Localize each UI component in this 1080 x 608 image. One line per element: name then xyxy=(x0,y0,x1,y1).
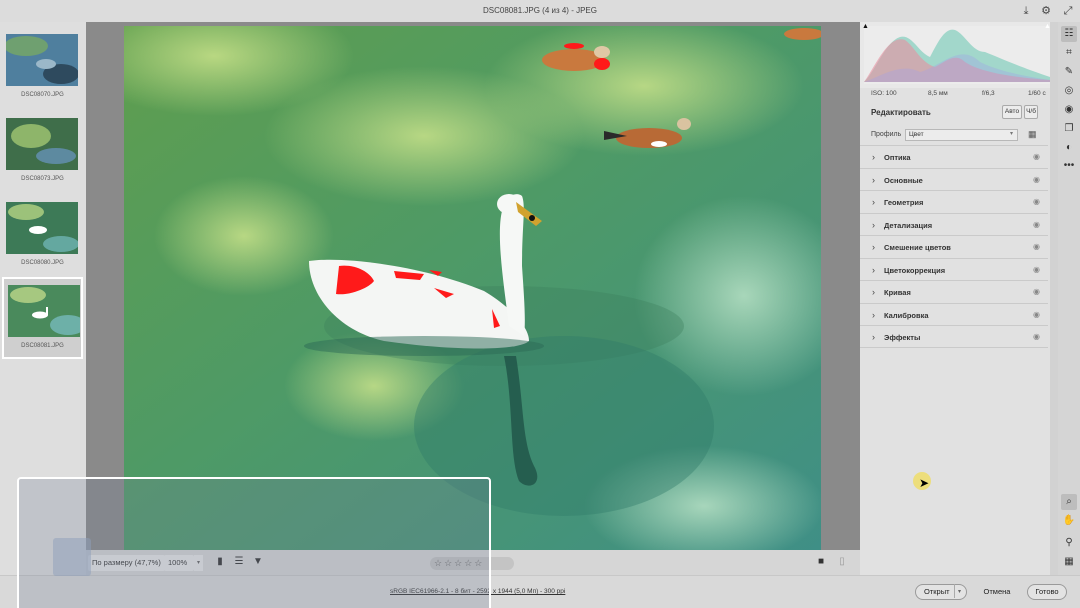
filmstrip-thumbnail[interactable]: DSC08070.JPG xyxy=(2,28,83,110)
snapshots-icon[interactable]: ❐ xyxy=(1061,121,1077,137)
cancel-button[interactable]: Отмена xyxy=(974,584,1020,600)
thumbnail-filename: DSC08080.JPG xyxy=(21,260,64,266)
split-divider xyxy=(954,584,955,598)
thumbnail-image xyxy=(6,118,78,170)
expand-icon[interactable]: ⤢ xyxy=(1062,5,1074,17)
title-bar: DSC08081.JPG (4 из 4) - JPEG ⤓ ⚙ ⤢ xyxy=(0,0,1080,22)
highlight-rectangle xyxy=(17,477,491,608)
color-sampler-icon[interactable]: ⚲ xyxy=(1061,535,1077,551)
section-label: Цветокоррекция xyxy=(884,265,946,275)
edit-sliders-icon[interactable]: ☷ xyxy=(1061,26,1077,42)
profile-browser-icon[interactable]: ▦ xyxy=(1028,129,1037,140)
exif-shutter: 1/60 с xyxy=(1028,90,1046,97)
presets-icon[interactable]: ◐ xyxy=(1061,140,1077,156)
exif-iso: ISO: 100 xyxy=(871,90,897,97)
thumbnail-filename: DSC08070.JPG xyxy=(21,92,64,98)
more-icon[interactable]: ••• xyxy=(1061,158,1077,174)
healing-brush-icon[interactable]: ✎ xyxy=(1061,64,1077,80)
shadow-clipping-icon[interactable]: ▲ xyxy=(862,23,869,30)
before-after-icon[interactable]: ■ xyxy=(815,556,827,568)
eye-icon[interactable]: ◉ xyxy=(1033,175,1040,184)
section-label: Смешение цветов xyxy=(884,243,951,252)
crop-icon[interactable]: ⌗ xyxy=(1061,45,1077,61)
section-label: Оптика xyxy=(884,153,911,162)
chevron-right-icon: › xyxy=(872,174,875,185)
chevron-right-icon: › xyxy=(872,264,875,275)
section-label: Основные xyxy=(884,175,923,185)
thumbnail-image xyxy=(6,34,78,86)
thumbnail-filename: DSC08081.JPG xyxy=(21,343,64,349)
done-button[interactable]: Готово xyxy=(1027,584,1067,600)
eye-icon[interactable]: ◉ xyxy=(1033,152,1040,161)
chevron-right-icon: › xyxy=(872,332,875,342)
section-effects[interactable]: › Эффекты ◉ xyxy=(860,325,1048,348)
image-canvas[interactable] xyxy=(86,22,860,550)
section-color-grading[interactable]: › Цветокоррекция ◉ xyxy=(860,257,1048,280)
chevron-right-icon: › xyxy=(872,197,875,207)
chevron-down-icon[interactable]: ▾ xyxy=(958,585,961,599)
chevron-down-icon: ▾ xyxy=(1010,131,1014,137)
eye-icon[interactable]: ◉ xyxy=(1033,287,1040,296)
chevron-right-icon: › xyxy=(872,219,875,230)
grid-icon[interactable]: ▦ xyxy=(1061,554,1077,570)
panel-scrollbar[interactable] xyxy=(1050,22,1058,575)
mouse-cursor-icon: ➤ xyxy=(919,476,930,490)
exif-focal-length: 8,5 мм xyxy=(928,90,948,97)
open-button-label: Открыт xyxy=(924,587,950,596)
chevron-right-icon: › xyxy=(872,309,875,320)
section-label: Кривая xyxy=(884,288,911,297)
section-basic[interactable]: › Основные ◉ xyxy=(860,167,1048,190)
eye-icon[interactable]: ◉ xyxy=(1033,197,1040,206)
histogram: ▲ ▲ xyxy=(860,22,1052,88)
section-label: Геометрия xyxy=(884,198,924,207)
bw-button[interactable]: Ч/б xyxy=(1024,105,1038,119)
settings-icon[interactable]: ⚙ xyxy=(1040,5,1052,17)
eye-icon[interactable]: ◉ xyxy=(1033,332,1040,341)
save-download-icon[interactable]: ⤓ xyxy=(1020,5,1032,17)
profile-select[interactable]: Цвет xyxy=(905,129,1018,141)
profile-row: Профиль Цвет ▾ ▦ xyxy=(860,126,1050,144)
zoom-icon[interactable]: ⌕ xyxy=(1061,494,1077,510)
chevron-right-icon: › xyxy=(872,152,875,162)
edit-panel: ▲ ▲ ISO: 100 8,5 мм f/6,3 1/60 с Редакти… xyxy=(860,22,1052,575)
compare-icon[interactable]: ▯ xyxy=(836,556,848,568)
eye-icon[interactable]: ◉ xyxy=(1033,310,1040,319)
section-label: Калибровка xyxy=(884,310,929,320)
section-color-mixer[interactable]: › Смешение цветов ◉ xyxy=(860,235,1048,258)
eye-icon[interactable]: ◉ xyxy=(1033,242,1040,251)
thumbnail-image xyxy=(6,202,78,254)
chevron-right-icon: › xyxy=(872,242,875,252)
photo-preview[interactable] xyxy=(124,26,821,550)
section-label: Эффекты xyxy=(884,333,921,342)
mask-icon[interactable]: ◎ xyxy=(1061,83,1077,99)
exif-info: ISO: 100 8,5 мм f/6,3 1/60 с xyxy=(860,88,1050,100)
section-optics[interactable]: › Оптика ◉ xyxy=(860,145,1048,168)
edit-sections: › Оптика ◉ › Основные ◉ › Геометрия ◉ › Детализ… xyxy=(860,145,1050,348)
section-curve[interactable]: › Кривая ◉ xyxy=(860,280,1048,303)
red-eye-icon[interactable]: ◉ xyxy=(1061,102,1077,118)
filmstrip-thumbnail[interactable]: DSC08073.JPG xyxy=(2,112,83,194)
window-title: DSC08081.JPG (4 из 4) - JPEG xyxy=(483,6,597,15)
tool-strip: ☷ ⌗ ✎ ◎ ◉ ❐ ◐ ••• ⌕ ✋ ⚲ ▦ xyxy=(1058,22,1080,575)
thumbnail-image xyxy=(8,285,80,337)
auto-button[interactable]: Авто xyxy=(1002,105,1022,119)
hand-icon[interactable]: ✋ xyxy=(1061,513,1077,529)
chevron-right-icon: › xyxy=(872,287,875,297)
section-detail[interactable]: › Детализация ◉ xyxy=(860,212,1048,235)
edit-header: Редактировать Авто Ч/б xyxy=(860,102,1050,124)
eye-icon[interactable]: ◉ xyxy=(1033,220,1040,229)
section-geometry[interactable]: › Геометрия ◉ xyxy=(860,190,1048,213)
open-button[interactable]: Открыт ▾ xyxy=(915,584,967,600)
filmstrip-thumbnail[interactable]: DSC08080.JPG xyxy=(2,196,83,278)
thumbnail-filename: DSC08073.JPG xyxy=(21,176,64,182)
edit-title: Редактировать xyxy=(871,108,931,117)
eye-icon[interactable]: ◉ xyxy=(1033,265,1040,274)
section-calibration[interactable]: › Калибровка ◉ xyxy=(860,302,1048,325)
filmstrip-thumbnail-selected[interactable]: DSC08081.JPG xyxy=(2,277,83,359)
exif-aperture: f/6,3 xyxy=(982,90,995,97)
profile-label: Профиль xyxy=(871,131,902,138)
section-label: Детализация xyxy=(884,220,933,230)
